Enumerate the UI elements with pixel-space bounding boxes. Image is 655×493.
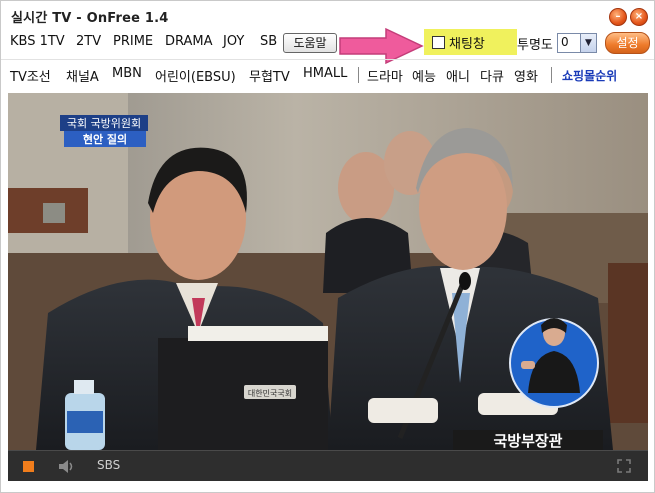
transparency-label: 투명도 <box>517 38 553 53</box>
minimize-icon: – <box>615 11 621 22</box>
settings-button[interactable]: 설정 <box>605 32 650 54</box>
genre-movie[interactable]: 영화 <box>514 66 538 85</box>
desk-sign: 대한민국국회 <box>248 388 292 398</box>
close-button[interactable]: × <box>630 8 648 26</box>
channel-ebsu[interactable]: 어린이(EBSU) <box>155 66 236 85</box>
chevron-down-icon[interactable]: ▼ <box>580 34 596 52</box>
channel-kbs1tv[interactable]: KBS 1TV <box>10 34 65 49</box>
genre-documentary[interactable]: 다큐 <box>480 66 504 85</box>
divider <box>358 67 359 83</box>
transparency-value: 0 <box>561 35 569 49</box>
current-channel-name: SBS <box>97 458 121 472</box>
video-player[interactable]: 대한민국국회 국방부장관 국회 국방위원회 현안 질의 <box>8 93 648 450</box>
channel-mbn[interactable]: MBN <box>112 66 142 81</box>
channel-prime[interactable]: PRIME <box>113 34 153 49</box>
title-bar: 실시간 TV - OnFree 1.4 – × <box>1 1 654 31</box>
news-caption-line1: 국회 국방위원회 <box>67 117 141 130</box>
player-controls: SBS <box>8 450 648 481</box>
channel-hmall[interactable]: HMALL <box>303 66 347 81</box>
minimize-button[interactable]: – <box>609 8 627 26</box>
toolbar-divider <box>1 59 654 60</box>
name-plate: 국방부장관 <box>493 432 562 450</box>
window-title: 실시간 TV - OnFree 1.4 <box>11 11 169 26</box>
chat-label: 채팅창 <box>449 37 485 52</box>
fullscreen-icon[interactable] <box>617 459 631 473</box>
genre-drama[interactable]: 드라마 <box>367 66 403 85</box>
app-window: 실시간 TV - OnFree 1.4 – × KBS 1TV 2TV PRIM… <box>0 0 655 493</box>
channel-channela[interactable]: 채널A <box>66 66 99 85</box>
news-caption-line2: 현안 질의 <box>83 132 127 146</box>
channel-2tv[interactable]: 2TV <box>76 34 101 49</box>
channel-joy[interactable]: JOY <box>223 34 244 49</box>
divider <box>551 67 552 83</box>
transparency-select[interactable]: 0 ▼ <box>557 33 597 53</box>
channel-bar-primary: KBS 1TV 2TV PRIME DRAMA JOY SB 도움말 채팅창 투… <box>1 27 654 65</box>
stop-button[interactable] <box>23 461 34 472</box>
channel-bar-secondary: TV조선 채널A MBN 어린이(EBSU) 무협TV HMALL 드라마 예능… <box>1 63 654 87</box>
chat-checkbox[interactable] <box>432 36 445 49</box>
genre-variety[interactable]: 예능 <box>412 66 436 85</box>
video-frame: 대한민국국회 국방부장관 국회 국방위원회 현안 질의 <box>8 93 648 450</box>
volume-icon[interactable] <box>58 459 76 474</box>
genre-animation[interactable]: 애니 <box>446 66 470 85</box>
close-icon: × <box>634 11 644 22</box>
channel-drama[interactable]: DRAMA <box>165 34 213 49</box>
help-button[interactable]: 도움말 <box>283 33 337 53</box>
shopping-ranking-link[interactable]: 쇼핑몰순위 <box>562 67 617 84</box>
chat-toggle[interactable]: 채팅창 <box>424 29 517 55</box>
channel-muhyeoptv[interactable]: 무협TV <box>249 66 290 85</box>
channel-sbs-truncated[interactable]: SB <box>260 34 277 49</box>
channel-tvchosun[interactable]: TV조선 <box>10 66 51 85</box>
